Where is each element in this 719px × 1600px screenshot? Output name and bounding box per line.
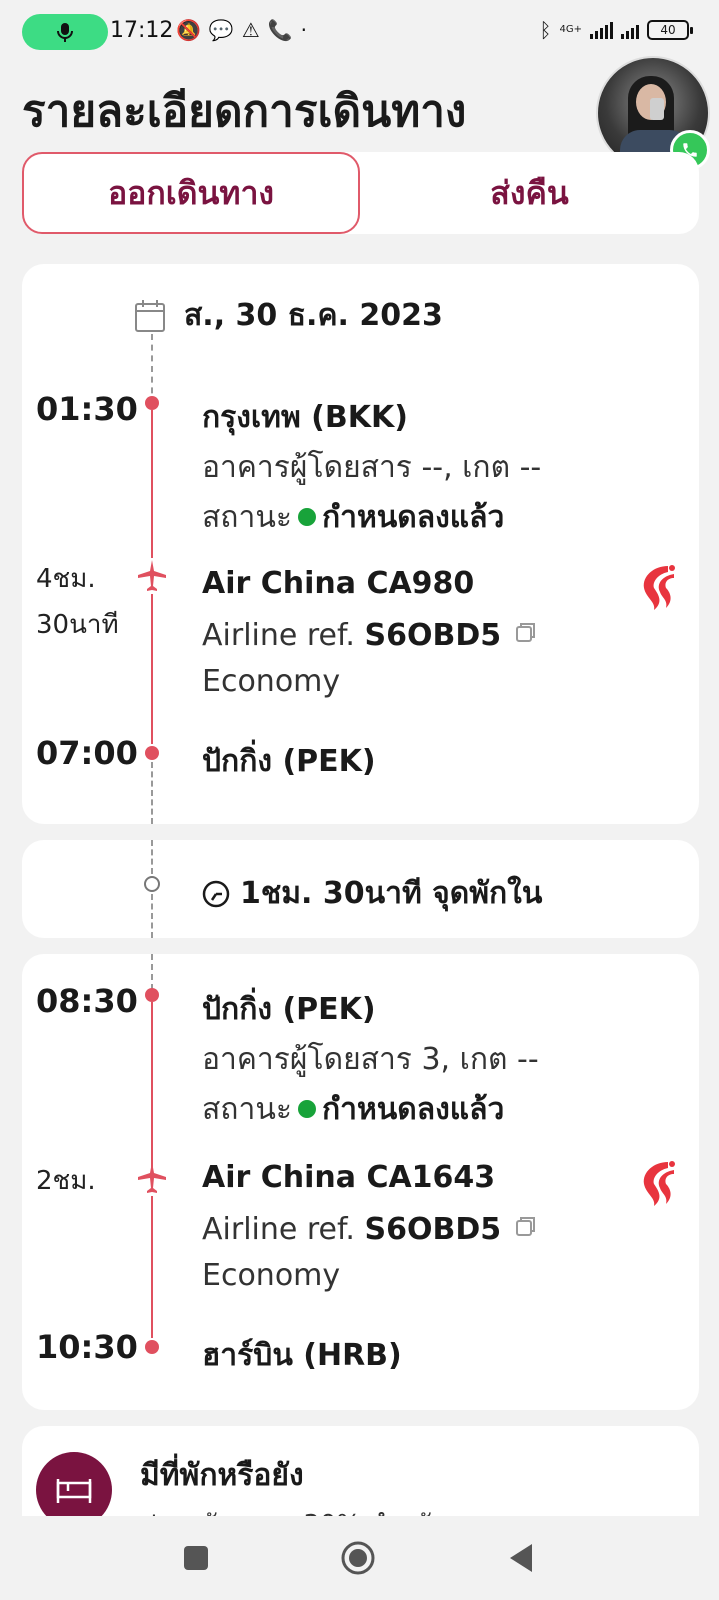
air-china-logo-icon bbox=[643, 1161, 675, 1206]
hotel-promo-title: มีที่พักหรือยัง bbox=[140, 1458, 304, 1493]
arrival-dot bbox=[145, 1340, 159, 1354]
network-type: 4G+ bbox=[559, 24, 583, 35]
date-row: ส., 30 ธ.ค. 2023 bbox=[134, 292, 443, 339]
layover-ring bbox=[144, 876, 160, 892]
bluetooth-icon: ᛒ bbox=[539, 18, 552, 42]
signal-icon bbox=[590, 21, 613, 39]
flight-segment-card-1: ส., 30 ธ.ค. 2023 01:30 กรุงเทพ (BKK) อาค… bbox=[22, 264, 699, 824]
system-nav-bar bbox=[0, 1516, 719, 1600]
departure-time: 01:30 bbox=[36, 390, 138, 428]
arrival-city: ฮาร์บิน (HRB) bbox=[202, 1338, 402, 1373]
flight-duration: 4ชม. 30นาที bbox=[36, 556, 119, 648]
layover-card: 1ชม. 30นาที จุดพักใน bbox=[22, 840, 699, 938]
back-icon[interactable] bbox=[506, 1542, 536, 1574]
battery-level: 40 bbox=[660, 23, 676, 37]
tab-outbound[interactable]: ออกเดินทาง bbox=[22, 152, 360, 234]
clock-icon bbox=[202, 880, 230, 907]
home-icon[interactable] bbox=[340, 1540, 376, 1576]
cabin-class: Economy bbox=[202, 1258, 341, 1293]
airline-ref-label: Airline ref. bbox=[202, 1212, 355, 1247]
arrival-city: ปักกิ่ง (PEK) bbox=[202, 744, 376, 779]
flight-number: Air China CA1643 bbox=[202, 1160, 496, 1195]
status-dot-icon bbox=[297, 1099, 316, 1118]
flight-status: สถานะ กำหนดลงแล้ว bbox=[202, 494, 504, 541]
airline-ref: Airline ref. S6OBD5 bbox=[202, 1210, 537, 1251]
status-value: กำหนดลงแล้ว bbox=[321, 1092, 505, 1127]
battery-icon: 40 bbox=[647, 20, 693, 40]
clock: 17:12 bbox=[110, 18, 174, 43]
departure-terminal: อาคารผู้โดยสาร --, เกต -- bbox=[202, 450, 542, 485]
departure-city: ปักกิ่ง (PEK) bbox=[202, 992, 376, 1027]
arrival-dot bbox=[145, 746, 159, 760]
departure-dot bbox=[145, 396, 159, 410]
mic-indicator[interactable] bbox=[22, 14, 108, 50]
copy-icon[interactable] bbox=[515, 1210, 537, 1245]
microphone-icon bbox=[57, 23, 73, 42]
airline-ref-code: S6OBD5 bbox=[364, 1212, 502, 1247]
duration-hours: 4ชม. bbox=[36, 564, 96, 594]
arrival-time: 07:00 bbox=[36, 734, 138, 772]
airline-ref: Airline ref. S6OBD5 bbox=[202, 616, 537, 657]
duration-minutes: 30นาที bbox=[36, 610, 119, 640]
airline-ref-label: Airline ref. bbox=[202, 618, 355, 653]
recent-apps-icon[interactable] bbox=[182, 1544, 210, 1572]
signal-icon-2 bbox=[621, 21, 639, 39]
status-label: สถานะ bbox=[202, 1092, 292, 1127]
flight-segment-card-2: 08:30 ปักกิ่ง (PEK) อาคารผู้โดยสาร 3, เก… bbox=[22, 954, 699, 1410]
page-title: รายละเอียดการเดินทาง bbox=[22, 86, 467, 137]
airplane-icon bbox=[138, 1162, 166, 1193]
airline-ref-code: S6OBD5 bbox=[364, 618, 502, 653]
notification-icons: 🔕💬⚠📞· bbox=[176, 18, 315, 42]
status-label: สถานะ bbox=[202, 500, 292, 535]
status-dot-icon bbox=[297, 507, 316, 526]
trip-direction-tabs: ออกเดินทาง ส่งคืน bbox=[22, 152, 699, 234]
departure-time: 08:30 bbox=[36, 982, 138, 1020]
layover-text: 1ชม. 30นาที จุดพักใน bbox=[240, 876, 543, 911]
flight-duration: 2ชม. bbox=[36, 1166, 96, 1196]
air-china-logo-icon bbox=[643, 565, 675, 610]
status-value: กำหนดลงแล้ว bbox=[321, 500, 505, 535]
flight-number: Air China CA980 bbox=[202, 566, 475, 601]
travel-date: ส., 30 ธ.ค. 2023 bbox=[184, 298, 443, 333]
departure-terminal: อาคารผู้โดยสาร 3, เกต -- bbox=[202, 1042, 539, 1077]
status-bar: 17:12 🔕💬⚠📞· ᛒ 4G+ 40 bbox=[0, 0, 719, 64]
flight-status: สถานะ กำหนดลงแล้ว bbox=[202, 1086, 504, 1133]
departure-dot bbox=[145, 988, 159, 1002]
arrival-time: 10:30 bbox=[36, 1328, 138, 1366]
departure-city: กรุงเทพ (BKK) bbox=[202, 400, 408, 435]
tab-return[interactable]: ส่งคืน bbox=[360, 152, 699, 234]
calendar-icon bbox=[135, 299, 165, 332]
copy-icon[interactable] bbox=[515, 616, 537, 651]
airplane-icon bbox=[138, 560, 166, 591]
cabin-class: Economy bbox=[202, 664, 341, 699]
layover-info: 1ชม. 30นาที จุดพักใน bbox=[202, 870, 542, 917]
